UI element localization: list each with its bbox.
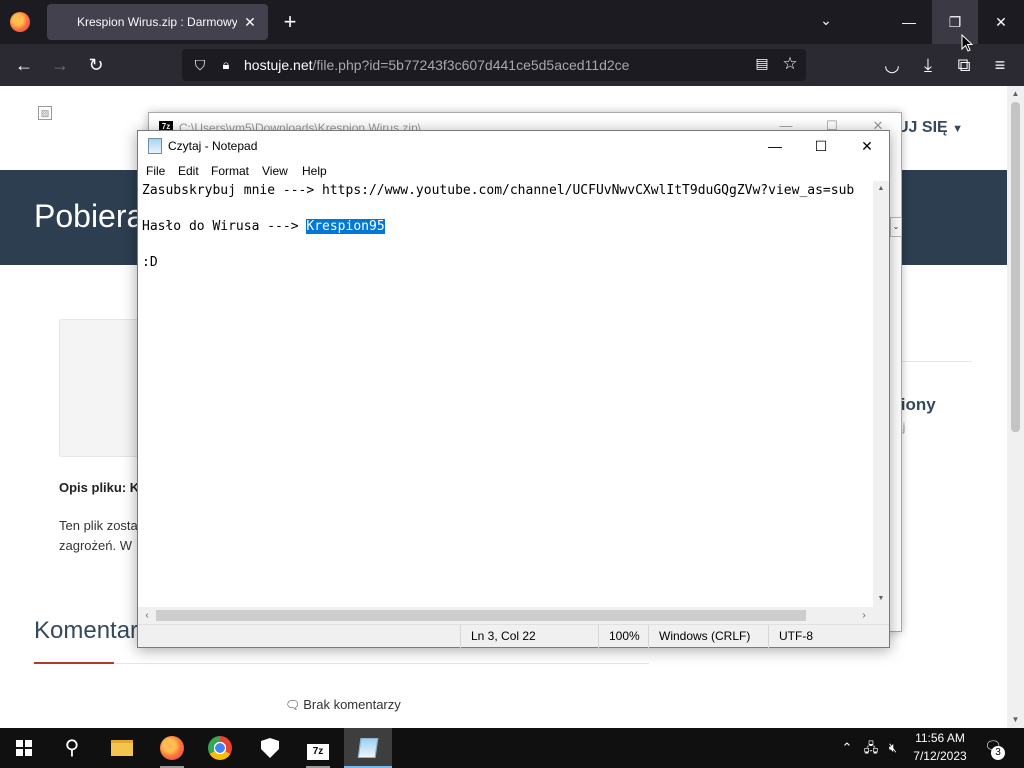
tab-close-icon[interactable]: ✕ [240,12,260,32]
search-icon: ⚲ [64,737,80,759]
browser-nav-bar: ← → ↻ ⛉ 🔒︎ hostuje.net/file.php?id=5b772… [0,44,1024,86]
site-logo-broken-image-icon[interactable]: ▨ [38,106,52,120]
comments-heading: Komentar [34,617,139,644]
notepad-window[interactable]: Czytaj - Notepad — ☐ ✕ File Edit Format … [137,130,890,648]
browser-tab-bar: Krespion Wirus.zip : Darmowy hosting pli… [0,0,1024,44]
status-cursor-position: Ln 3, Col 22 [460,625,600,648]
taskbar-7zip[interactable]: 7z [294,728,342,768]
notepad-title: Czytaj - Notepad [168,139,258,153]
text-line-2: Hasło do Wirusa ---> Krespion95 [142,219,385,234]
sevenzip-dropdown-icon[interactable]: ⌄ [890,217,902,237]
list-all-tabs-chevron-icon[interactable]: ⌄ [816,12,836,32]
file-description-label: Opis pliku: K [59,480,140,495]
dropdown-caret-icon: ▼ [952,123,964,135]
url-text[interactable]: hostuje.net/file.php?id=5b77243f3c607d44… [244,57,629,73]
forward-arrow-icon[interactable]: → [48,53,72,77]
taskbar-chrome[interactable] [196,728,244,768]
windows-security-shield-icon [261,738,279,758]
scroll-up-arrow-icon[interactable]: ▲ [1007,86,1024,102]
notepad-vertical-scrollbar[interactable]: ▲ ▼ [873,181,889,607]
url-bar[interactable]: ⛉ 🔒︎ hostuje.net/file.php?id=5b77243f3c6… [182,49,806,81]
comments-divider-accent [34,662,114,664]
notification-count-badge: 3 [991,746,1005,760]
search-button[interactable]: ⚲ [48,728,96,768]
sidebar-divider [896,361,972,362]
scroll-up-arrow-icon[interactable]: ▲ [873,181,889,197]
text-line-1: Zasubskrybuj mnie ---> https://www.youtu… [142,183,855,198]
scroll-left-arrow-icon[interactable]: ‹ [140,607,154,624]
bookmark-star-icon[interactable]: ☆ [780,54,800,74]
taskbar-firefox[interactable] [148,728,196,768]
back-arrow-icon[interactable]: ← [12,53,36,77]
notepad-horizontal-scrollbar[interactable]: ‹ › [138,607,873,624]
file-description-text: Ten plik zosta zagrożeń. W [59,518,138,553]
notepad-close-button[interactable]: ✕ [844,131,890,161]
status-zoom: 100% [598,625,650,648]
menu-format[interactable]: Format [211,164,249,178]
notepad-icon [148,138,162,154]
scroll-down-arrow-icon[interactable]: ▼ [1007,712,1024,728]
tracking-protection-shield-icon[interactable]: ⛉ [190,55,210,75]
no-comments-text: 🗨︎ Brak komentarzy [285,697,401,712]
file-explorer-icon [111,740,133,756]
url-host: hostuje.net [244,57,313,73]
scroll-right-arrow-icon[interactable]: › [857,607,871,624]
taskbar-security[interactable] [246,728,294,768]
menu-help[interactable]: Help [302,164,327,178]
pocket-icon[interactable]: ◡ [880,53,904,77]
notepad-minimize-button[interactable]: — [752,131,798,161]
reload-icon[interactable]: ↻ [84,53,108,77]
notepad-icon [357,738,379,758]
scroll-down-arrow-icon[interactable]: ▼ [873,591,889,607]
page-scroll-thumb[interactable] [1011,102,1020,432]
volume-muted-icon[interactable]: 🔇︎ [884,738,902,758]
notepad-maximize-button[interactable]: ☐ [798,131,844,161]
browser-close-button[interactable]: ✕ [978,0,1024,44]
windows-logo-icon [16,740,32,756]
horizontal-scroll-thumb[interactable] [156,610,806,621]
notepad-menubar: File Edit Format View Help [138,161,889,181]
url-path: /file.php?id=5b77243f3c607d441ce5d5aced1… [312,57,630,73]
scrollbar-corner [873,607,889,624]
sevenzip-icon: 7z [307,744,329,760]
notepad-status-bar: Ln 3, Col 22 100% Windows (CRLF) UTF-8 [138,624,889,648]
extensions-icon[interactable]: ⧉ [952,53,976,77]
comments-divider [34,663,649,664]
text-line-3: :D [142,255,158,270]
hamburger-menu-icon[interactable]: ≡ [988,53,1012,77]
windows-taskbar: ⚲ 7z ⌃ 🖧︎ 🔇︎ 11:56 AM 7/12/2023 🗨︎ 3 [0,728,1024,768]
start-button[interactable] [0,728,48,768]
reader-view-icon[interactable]: ▤ [752,55,772,75]
downloads-icon[interactable]: ⤓ [916,53,940,77]
status-line-endings: Windows (CRLF) [648,625,768,648]
notepad-text-area[interactable]: Zasubskrybuj mnie ---> https://www.youtu… [138,181,873,607]
chrome-icon [208,736,232,760]
comment-bubble-icon: 🗨︎ [285,698,301,712]
show-hidden-icons-chevron-icon[interactable]: ⌃ [838,738,856,758]
browser-minimize-button[interactable]: — [886,0,932,44]
taskbar-notepad[interactable] [344,728,392,768]
selected-password-text[interactable]: Krespion95 [306,219,385,234]
clock-date[interactable]: 7/12/2023 [910,749,970,763]
firefox-icon [160,736,184,760]
new-tab-button[interactable]: + [280,11,300,33]
notepad-titlebar[interactable]: Czytaj - Notepad — ☐ ✕ [138,131,889,161]
firefox-icon[interactable] [10,12,30,32]
mouse-cursor-icon [961,34,973,52]
site-info-lock-icon[interactable]: 🔒︎ [216,55,236,75]
tab-title: Krespion Wirus.zip : Darmowy hosting pli… [77,15,237,29]
register-nav-link[interactable]: UJ SIĘ ▼ [897,119,963,137]
network-icon[interactable]: 🖧︎ [862,738,880,758]
taskbar-file-explorer[interactable] [98,728,146,768]
menu-file[interactable]: File [146,164,165,178]
hero-title: Pobiera [34,198,145,234]
menu-view[interactable]: View [262,164,288,178]
clock-time[interactable]: 11:56 AM [912,731,968,745]
page-scrollbar[interactable]: ▲ ▼ [1007,86,1024,728]
browser-tab[interactable]: Krespion Wirus.zip : Darmowy hosting pli… [47,4,268,40]
menu-edit[interactable]: Edit [178,164,199,178]
status-encoding: UTF-8 [768,625,889,648]
